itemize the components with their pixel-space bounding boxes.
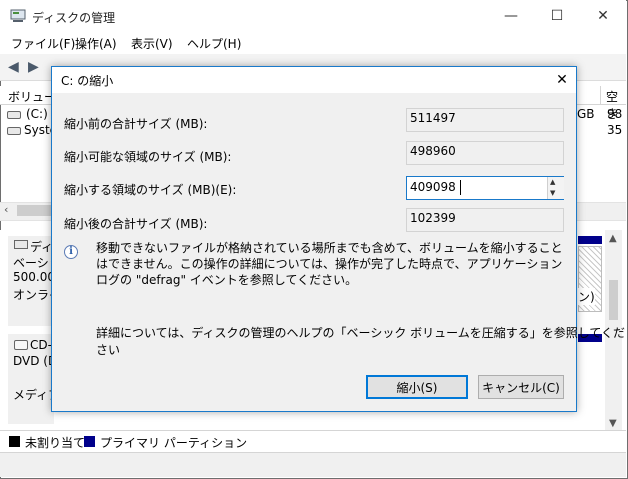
text-caret — [460, 180, 461, 195]
minimize-button[interactable]: — — [488, 0, 534, 32]
total-size-before-value: 511497 — [406, 108, 564, 132]
column-separator — [600, 86, 601, 104]
total-size-after-value: 102399 — [406, 208, 564, 232]
vertical-scroll-thumb[interactable] — [609, 280, 618, 320]
menu-help[interactable]: ヘルプ(H) — [187, 35, 241, 52]
volume-row-free: 35 — [607, 123, 623, 137]
shrinkable-size-label: 縮小可能な領域のサイズ (MB): — [64, 150, 232, 164]
legend-label: プライマリ パーティション — [100, 436, 248, 450]
status-bar — [0, 452, 626, 477]
forward-arrow-icon[interactable]: ▶ — [28, 60, 42, 74]
disk-0-line: ディ — [30, 240, 54, 254]
dialog-title: C: の縮小 — [61, 74, 114, 88]
volume-row-name[interactable]: (C:) — [26, 107, 48, 121]
menu-action[interactable]: 操作(A) — [75, 35, 117, 52]
spin-up-icon[interactable]: ▲ — [550, 178, 555, 186]
dialog-close-button[interactable]: ✕ — [548, 67, 576, 93]
scroll-down-icon[interactable]: ▼ — [609, 418, 617, 429]
total-size-after-label: 縮小後の合計サイズ (MB): — [64, 217, 208, 231]
shrink-amount-label: 縮小する領域のサイズ (MB)(E): — [64, 183, 237, 197]
drive-icon — [7, 127, 21, 135]
scroll-up-icon[interactable]: ▲ — [609, 233, 617, 244]
volume-row-capacity: GB — [577, 107, 595, 121]
volume-row-free: 98 — [607, 107, 623, 121]
cancel-button[interactable]: キャンセル(C) — [478, 375, 564, 399]
shrink-amount-input[interactable]: 409098 — [406, 176, 564, 200]
info-message: 移動できないファイルが格納されている場所までも含めて、ボリュームを縮小することは… — [96, 241, 563, 287]
legend-swatch-primary — [84, 436, 95, 447]
disk-icon — [14, 240, 28, 249]
disk-management-icon — [10, 9, 26, 22]
shrinkable-size-value: 498960 — [406, 141, 564, 165]
disk-0-line: 500.00 — [13, 270, 55, 284]
close-window-button[interactable]: ✕ — [580, 0, 626, 32]
dialog-titlebar — [52, 67, 576, 93]
shrink-button[interactable]: 縮小(S) — [366, 375, 468, 399]
maximize-button[interactable]: ☐ — [534, 0, 580, 32]
total-size-before-label: 縮小前の合計サイズ (MB): — [64, 117, 208, 131]
legend-swatch-unallocated — [9, 436, 20, 447]
back-arrow-icon[interactable]: ◀ — [8, 60, 22, 74]
scroll-left-icon[interactable]: ‹ — [4, 203, 8, 216]
drive-icon — [7, 111, 21, 119]
menu-view[interactable]: 表示(V) — [131, 35, 173, 52]
cdrom-line: CD- — [30, 338, 52, 352]
info-icon: i — [64, 245, 78, 259]
cdrom-icon — [14, 340, 28, 350]
legend-label: 未割り当て — [25, 436, 86, 450]
help-reference-text: 詳細については、ディスクの管理のヘルプの「ベーシック ボリュームを圧縮する」を参… — [96, 326, 626, 357]
partition-fragment-text: ン) — [578, 288, 595, 305]
menu-file[interactable]: ファイル(F) — [11, 35, 75, 52]
spin-down-icon[interactable]: ▼ — [550, 189, 555, 197]
partition-header-bar — [578, 236, 602, 244]
window-title: ディスクの管理 — [32, 11, 116, 25]
